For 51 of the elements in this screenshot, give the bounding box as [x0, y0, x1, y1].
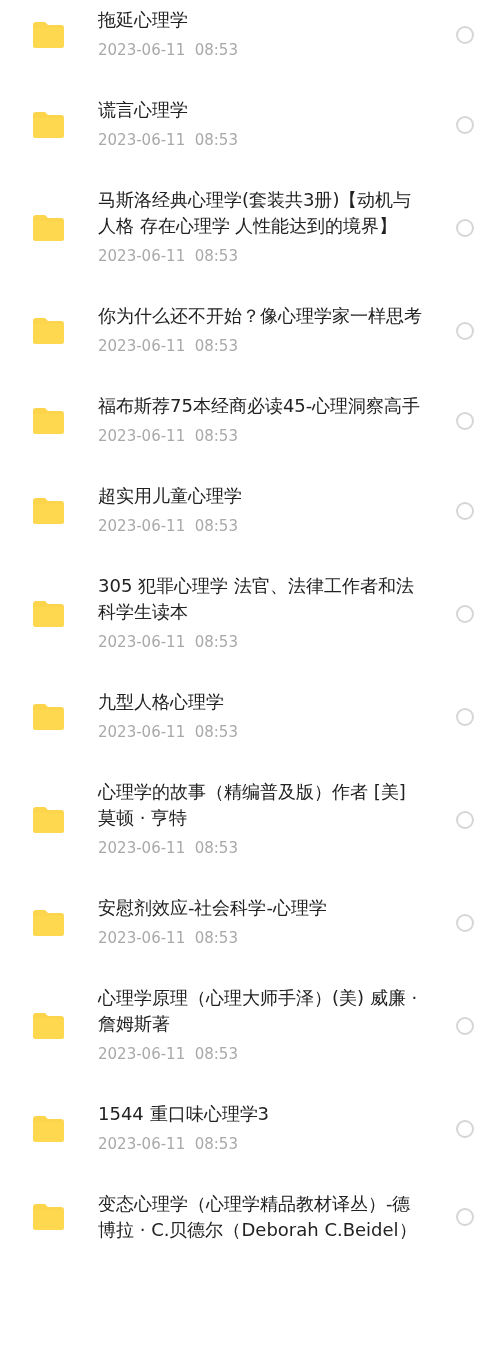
- select-radio[interactable]: [456, 1119, 474, 1138]
- modified-date: 2023-06-11 08:53: [98, 632, 239, 653]
- select-radio[interactable]: [456, 501, 474, 520]
- folder-icon: [33, 909, 64, 936]
- file-name[interactable]: 305 犯罪心理学 法官、法律工作者和法科学生读本: [98, 573, 428, 625]
- file-name[interactable]: 变态心理学（心理学精品教材译丛）-德博拉 · C.贝德尔（Deborah C.Beidel）: [98, 1191, 428, 1243]
- file-name[interactable]: 超实用儿童心理学: [98, 483, 428, 509]
- modified-date: 2023-06-11 08:53: [98, 40, 239, 61]
- file-name[interactable]: 福布斯荐75本经商必读45-心理洞察高手: [98, 393, 428, 419]
- folder-icon: [33, 600, 64, 627]
- folder-icon: [33, 407, 64, 434]
- folder-icon: [33, 497, 64, 524]
- select-radio[interactable]: [456, 321, 474, 340]
- file-name[interactable]: 安慰剂效应-社会科学-心理学: [98, 895, 428, 921]
- modified-date: 2023-06-11 08:53: [98, 722, 239, 743]
- file-name[interactable]: 马斯洛经典心理学(套装共3册)【动机与人格 存在心理学 人性能达到的境界】: [98, 187, 428, 239]
- modified-date: 2023-06-11 08:53: [98, 838, 239, 859]
- select-radio[interactable]: [456, 1208, 474, 1226]
- modified-date: 2023-06-11 08:53: [98, 1134, 239, 1155]
- file-name[interactable]: 九型人格心理学: [98, 689, 428, 715]
- file-name[interactable]: 你为什么还不开始？像心理学家一样思考: [98, 303, 428, 329]
- select-radio[interactable]: [456, 115, 474, 134]
- folder-icon: [33, 21, 64, 48]
- modified-date: 2023-06-11 08:53: [98, 516, 239, 537]
- folder-icon: [33, 806, 64, 833]
- select-radio[interactable]: [456, 25, 474, 44]
- file-name[interactable]: 谎言心理学: [98, 97, 428, 123]
- folder-icon: [33, 317, 64, 344]
- file-name[interactable]: 心理学的故事（精编普及版）作者 [美] 莫顿 · 亨特: [98, 779, 428, 831]
- modified-date: 2023-06-11 08:53: [98, 426, 239, 447]
- file-name[interactable]: 心理学原理（心理大师手泽）(美) 威廉 · 詹姆斯著: [98, 985, 428, 1037]
- modified-date: 2023-06-11 08:53: [98, 246, 239, 267]
- modified-date: 2023-06-11 08:53: [98, 336, 239, 357]
- modified-date: 2023-06-11 08:53: [98, 1044, 239, 1065]
- select-radio[interactable]: [456, 810, 474, 829]
- select-radio[interactable]: [456, 913, 474, 932]
- file-name[interactable]: 1544 重口味心理学3: [98, 1101, 428, 1127]
- file-name[interactable]: 拖延心理学: [98, 7, 428, 33]
- folder-icon: [33, 1204, 64, 1230]
- modified-date: 2023-06-11 08:53: [98, 130, 239, 151]
- folder-icon: [33, 1012, 64, 1039]
- folder-icon: [33, 1115, 64, 1142]
- select-radio[interactable]: [456, 604, 474, 623]
- folder-icon: [33, 214, 64, 241]
- folder-icon: [33, 111, 64, 138]
- select-radio[interactable]: [456, 218, 474, 237]
- select-radio[interactable]: [456, 1016, 474, 1035]
- select-radio[interactable]: [456, 411, 474, 430]
- folder-icon: [33, 703, 64, 730]
- modified-date: 2023-06-11 08:53: [98, 928, 239, 949]
- select-radio[interactable]: [456, 707, 474, 726]
